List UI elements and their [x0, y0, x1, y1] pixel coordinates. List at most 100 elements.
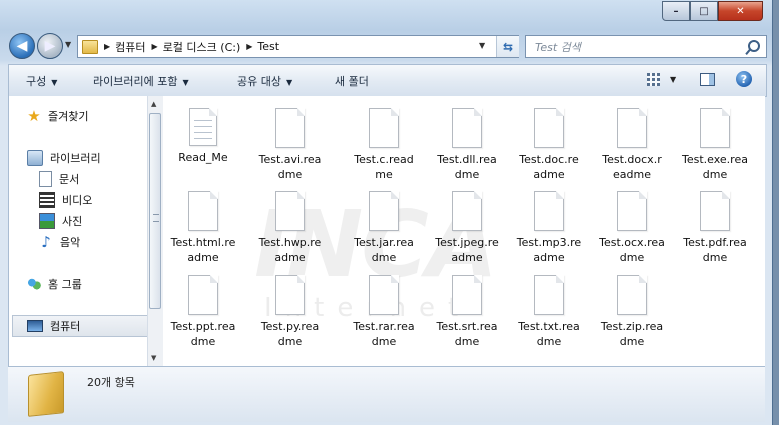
back-button[interactable]: ◀: [9, 33, 35, 59]
file-item[interactable]: Test.html.re adme: [164, 191, 244, 265]
refresh-button[interactable]: ⇆: [496, 36, 519, 57]
breadcrumb-local-disk[interactable]: 로컬 디스크 (C:): [163, 39, 241, 55]
address-dropdown[interactable]: ▼: [479, 41, 485, 50]
breadcrumb-test[interactable]: Test: [257, 40, 279, 53]
help-icon[interactable]: ?: [736, 71, 752, 87]
file-name-wrap: dme: [619, 335, 645, 348]
minimize-button[interactable]: –: [662, 1, 690, 21]
file-item[interactable]: Test.hwp.re adme: [249, 191, 331, 265]
nav-item-homegroup[interactable]: 홈 그룹: [27, 276, 82, 292]
computer-icon: [27, 320, 43, 332]
file-item[interactable]: Test.doc.re adme: [508, 108, 590, 182]
share-with-button[interactable]: 공유 대상 ▼: [237, 73, 292, 89]
scroll-up-arrow-icon[interactable]: ▲: [151, 100, 156, 108]
file-item[interactable]: Test.dll.rea dme: [426, 108, 508, 182]
organize-button[interactable]: 구성 ▼: [26, 73, 57, 89]
nav-item-videos[interactable]: 비디오: [39, 192, 92, 208]
nav-item-documents[interactable]: 문서: [39, 171, 79, 187]
blank-file-icon: [452, 275, 482, 315]
folder-icon: [28, 371, 64, 417]
chevron-right-icon[interactable]: ▶: [246, 42, 252, 51]
library-icon: [27, 150, 43, 166]
nav-label: 라이브러리: [50, 152, 101, 165]
file-name: Test.hwp.re: [258, 236, 322, 249]
file-item[interactable]: Test.jar.rea dme: [343, 191, 425, 265]
file-item[interactable]: Test.py.rea dme: [249, 275, 331, 349]
file-item[interactable]: Test.ppt.rea dme: [164, 275, 244, 349]
file-item[interactable]: Test.txt.rea dme: [508, 275, 590, 349]
search-input[interactable]: Test 검색: [525, 35, 767, 58]
item-count: 20개 항목: [87, 376, 135, 389]
film-icon: [39, 192, 55, 208]
file-item[interactable]: Test.exe.rea dme: [674, 108, 756, 182]
address-bar[interactable]: ▶ 컴퓨터 ▶ 로컬 디스크 (C:) ▶ Test ▼ ⇆: [77, 35, 519, 58]
star-icon: ★: [27, 107, 41, 125]
blank-file-icon: [617, 191, 647, 231]
nav-item-music[interactable]: ♪ 음악: [39, 234, 80, 250]
blank-file-icon: [452, 191, 482, 231]
nav-item-pictures[interactable]: 사진: [39, 213, 82, 229]
nav-label: 사진: [62, 215, 83, 228]
command-bar: 구성 ▼ 라이브러리에 포함 ▼ 공유 대상 ▼ 새 폴더 ▼ ?: [8, 64, 767, 97]
file-item[interactable]: Test.srt.rea dme: [426, 275, 508, 349]
chevron-right-icon[interactable]: ▶: [104, 42, 110, 51]
back-arrow-icon: ◀: [16, 38, 28, 54]
file-item[interactable]: Test.avi.rea dme: [249, 108, 331, 182]
views-icon[interactable]: [647, 73, 660, 86]
file-name-wrap: me: [375, 168, 393, 181]
scroll-thumb[interactable]: [149, 113, 161, 309]
picture-icon: [39, 213, 55, 229]
blank-file-icon: [452, 108, 482, 148]
blank-file-icon: [617, 275, 647, 315]
nav-label: 문서: [59, 173, 80, 186]
file-item[interactable]: Test.ocx.rea dme: [591, 191, 673, 265]
share-label: 공유 대상: [237, 75, 281, 88]
file-item[interactable]: Test.pdf.rea dme: [674, 191, 756, 265]
file-item[interactable]: Read_Me: [164, 108, 244, 165]
nav-item-computer[interactable]: 컴퓨터: [27, 318, 80, 334]
nav-item-libraries[interactable]: 라이브러리: [27, 150, 101, 166]
file-name-wrap: dme: [190, 335, 216, 348]
file-name-wrap: dme: [371, 251, 397, 264]
file-name: Test.avi.rea: [258, 153, 322, 166]
file-name: Test.rar.rea: [353, 320, 415, 333]
search-icon[interactable]: [748, 40, 760, 52]
file-name: Test.zip.rea: [600, 320, 664, 333]
include-library-label: 라이브러리에 포함: [93, 75, 178, 88]
preview-pane-icon[interactable]: [700, 73, 715, 86]
file-item[interactable]: Test.jpeg.re adme: [426, 191, 508, 265]
search-placeholder: Test 검색: [535, 41, 581, 54]
blank-file-icon: [275, 275, 305, 315]
forward-button[interactable]: ▶: [37, 33, 63, 59]
navigation-pane: ★ 즐겨찾기 라이브러리 문서 비디오 사진 ♪ 음악 홈 그룹 컴퓨터: [8, 96, 164, 366]
file-item[interactable]: Test.mp3.re adme: [508, 191, 590, 265]
file-list: INCA Internet Read_Me Test.avi.rea dme Test…: [164, 96, 765, 366]
breadcrumb-computer[interactable]: 컴퓨터: [115, 39, 145, 55]
file-name-wrap: dme: [454, 168, 480, 181]
file-item[interactable]: Test.c.read me: [343, 108, 425, 182]
include-in-library-button[interactable]: 라이브러리에 포함 ▼: [93, 73, 189, 89]
file-name: Test.mp3.re: [516, 236, 582, 249]
document-icon: [39, 171, 52, 187]
views-dropdown[interactable]: ▼: [670, 75, 676, 84]
file-item[interactable]: Test.docx.r eadme: [591, 108, 673, 182]
file-name-wrap: adme: [274, 251, 306, 264]
new-folder-button[interactable]: 새 폴더: [335, 73, 369, 89]
recent-pages-dropdown[interactable]: ▼: [65, 40, 71, 49]
nav-scrollbar[interactable]: ▲ ▼: [147, 96, 163, 366]
close-button[interactable]: ✕: [718, 1, 763, 21]
nav-item-favorites[interactable]: ★ 즐겨찾기: [27, 108, 88, 124]
file-item[interactable]: Test.rar.rea dme: [343, 275, 425, 349]
file-name-wrap: dme: [454, 335, 480, 348]
blank-file-icon: [188, 191, 218, 231]
chevron-right-icon[interactable]: ▶: [152, 42, 158, 51]
file-name-wrap: dme: [619, 251, 645, 264]
blank-file-icon: [369, 108, 399, 148]
file-name: Test.ocx.rea: [599, 236, 665, 249]
nav-label: 비디오: [62, 194, 93, 207]
file-name: Test.pdf.rea: [683, 236, 747, 249]
scroll-down-arrow-icon[interactable]: ▼: [151, 354, 156, 362]
maximize-button[interactable]: □: [690, 1, 718, 21]
file-item[interactable]: Test.zip.rea dme: [591, 275, 673, 349]
blank-file-icon: [534, 108, 564, 148]
